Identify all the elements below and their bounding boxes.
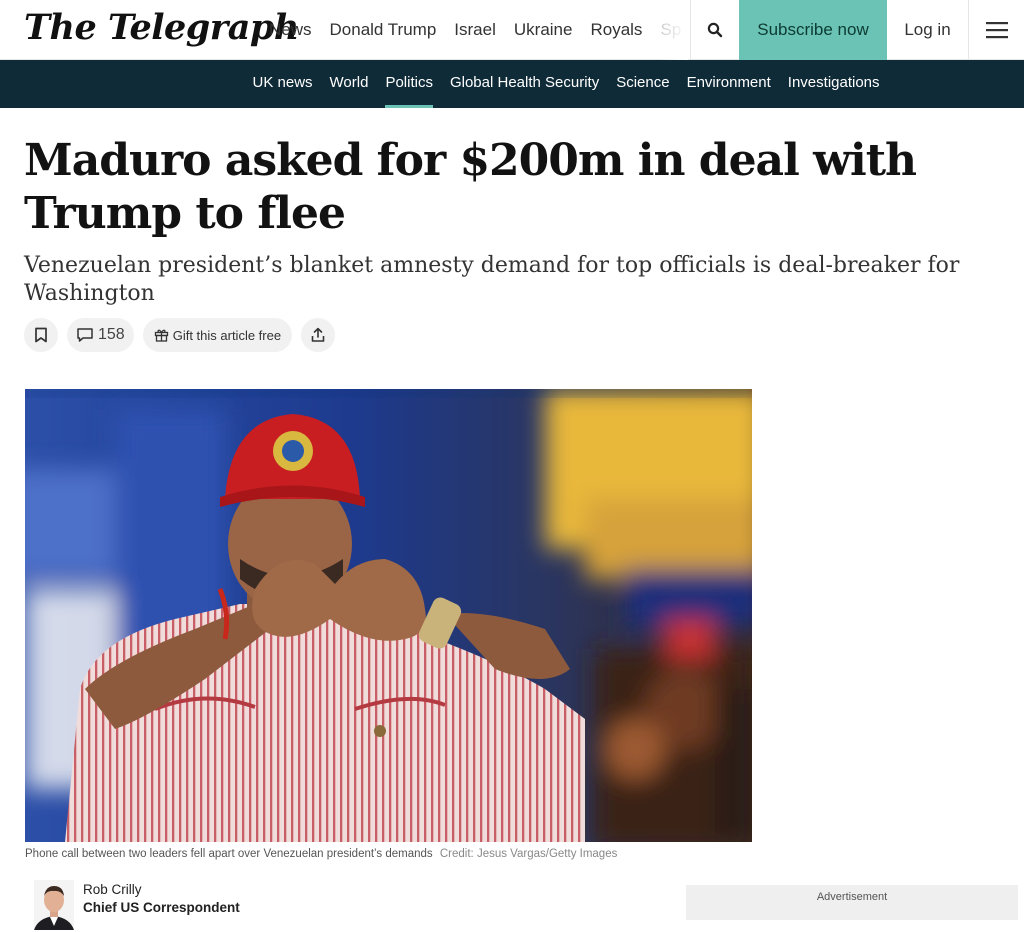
- section-nav: UK news World Politics Global Health Sec…: [244, 60, 888, 108]
- section-nav-bar: UK news World Politics Global Health Sec…: [0, 60, 1024, 108]
- nav-item-news[interactable]: News: [260, 20, 321, 40]
- article-standfirst: Venezuelan president’s blanket amnesty d…: [24, 253, 960, 306]
- search-icon: [707, 22, 723, 38]
- login-button[interactable]: Log in: [887, 0, 969, 60]
- section-investigations[interactable]: Investigations: [779, 60, 888, 108]
- bookmark-button[interactable]: [24, 318, 58, 352]
- gift-label: Gift this article free: [172, 327, 282, 343]
- author-role: Chief US Correspondent: [83, 900, 240, 915]
- bookmark-icon: [35, 327, 47, 343]
- article-headline: Maduro asked for $200m in deal with Trum…: [24, 135, 917, 239]
- maduro-photo: [25, 389, 752, 842]
- primary-nav: News Donald Trump Israel Ukraine Royals …: [260, 0, 688, 60]
- author-byline: Rob Crilly Chief US Correspondent: [34, 880, 240, 930]
- nav-item-israel[interactable]: Israel: [445, 20, 505, 40]
- byline-text: Rob Crilly Chief US Correspondent: [83, 880, 240, 917]
- comment-count: 158: [98, 326, 125, 343]
- menu-button[interactable]: [969, 0, 1024, 60]
- article-lead-image: [25, 389, 752, 842]
- author-photo: [34, 880, 74, 930]
- caption-text: Phone call between two leaders fell apar…: [25, 848, 433, 860]
- menu-icon: [985, 22, 1008, 39]
- nav-item-donald-trump[interactable]: Donald Trump: [321, 20, 446, 40]
- section-science[interactable]: Science: [608, 60, 678, 108]
- image-credit: Credit: Jesus Vargas/Getty Images: [439, 848, 618, 860]
- share-button[interactable]: [301, 318, 336, 352]
- section-politics[interactable]: Politics: [377, 60, 442, 108]
- author-avatar[interactable]: [34, 880, 74, 930]
- comment-icon: [77, 328, 93, 342]
- nav-item-ukraine[interactable]: Ukraine: [505, 20, 582, 40]
- author-name[interactable]: Rob Crilly: [83, 881, 240, 899]
- section-environment[interactable]: Environment: [678, 60, 779, 108]
- search-button[interactable]: [690, 0, 739, 60]
- comments-button[interactable]: 158: [67, 318, 134, 352]
- advertisement-slot: Advertisement: [686, 885, 1018, 920]
- share-icon: [311, 327, 325, 342]
- image-caption: Phone call between two leaders fell apar…: [25, 848, 765, 860]
- telegraph-logo[interactable]: The Telegraph: [24, 6, 299, 50]
- subscribe-button[interactable]: Subscribe now: [739, 0, 887, 60]
- section-global-health-security[interactable]: Global Health Security: [441, 60, 607, 108]
- nav-fade: [658, 0, 688, 60]
- gift-icon: [154, 329, 168, 342]
- section-uk-news[interactable]: UK news: [244, 60, 321, 108]
- nav-item-royals[interactable]: Royals: [581, 20, 651, 40]
- site-header: The Telegraph News Donald Trump Israel U…: [0, 0, 1024, 60]
- section-world[interactable]: World: [321, 60, 377, 108]
- gift-article-button[interactable]: Gift this article free: [142, 318, 293, 352]
- article-actions: 158 Gift this article free: [24, 318, 344, 352]
